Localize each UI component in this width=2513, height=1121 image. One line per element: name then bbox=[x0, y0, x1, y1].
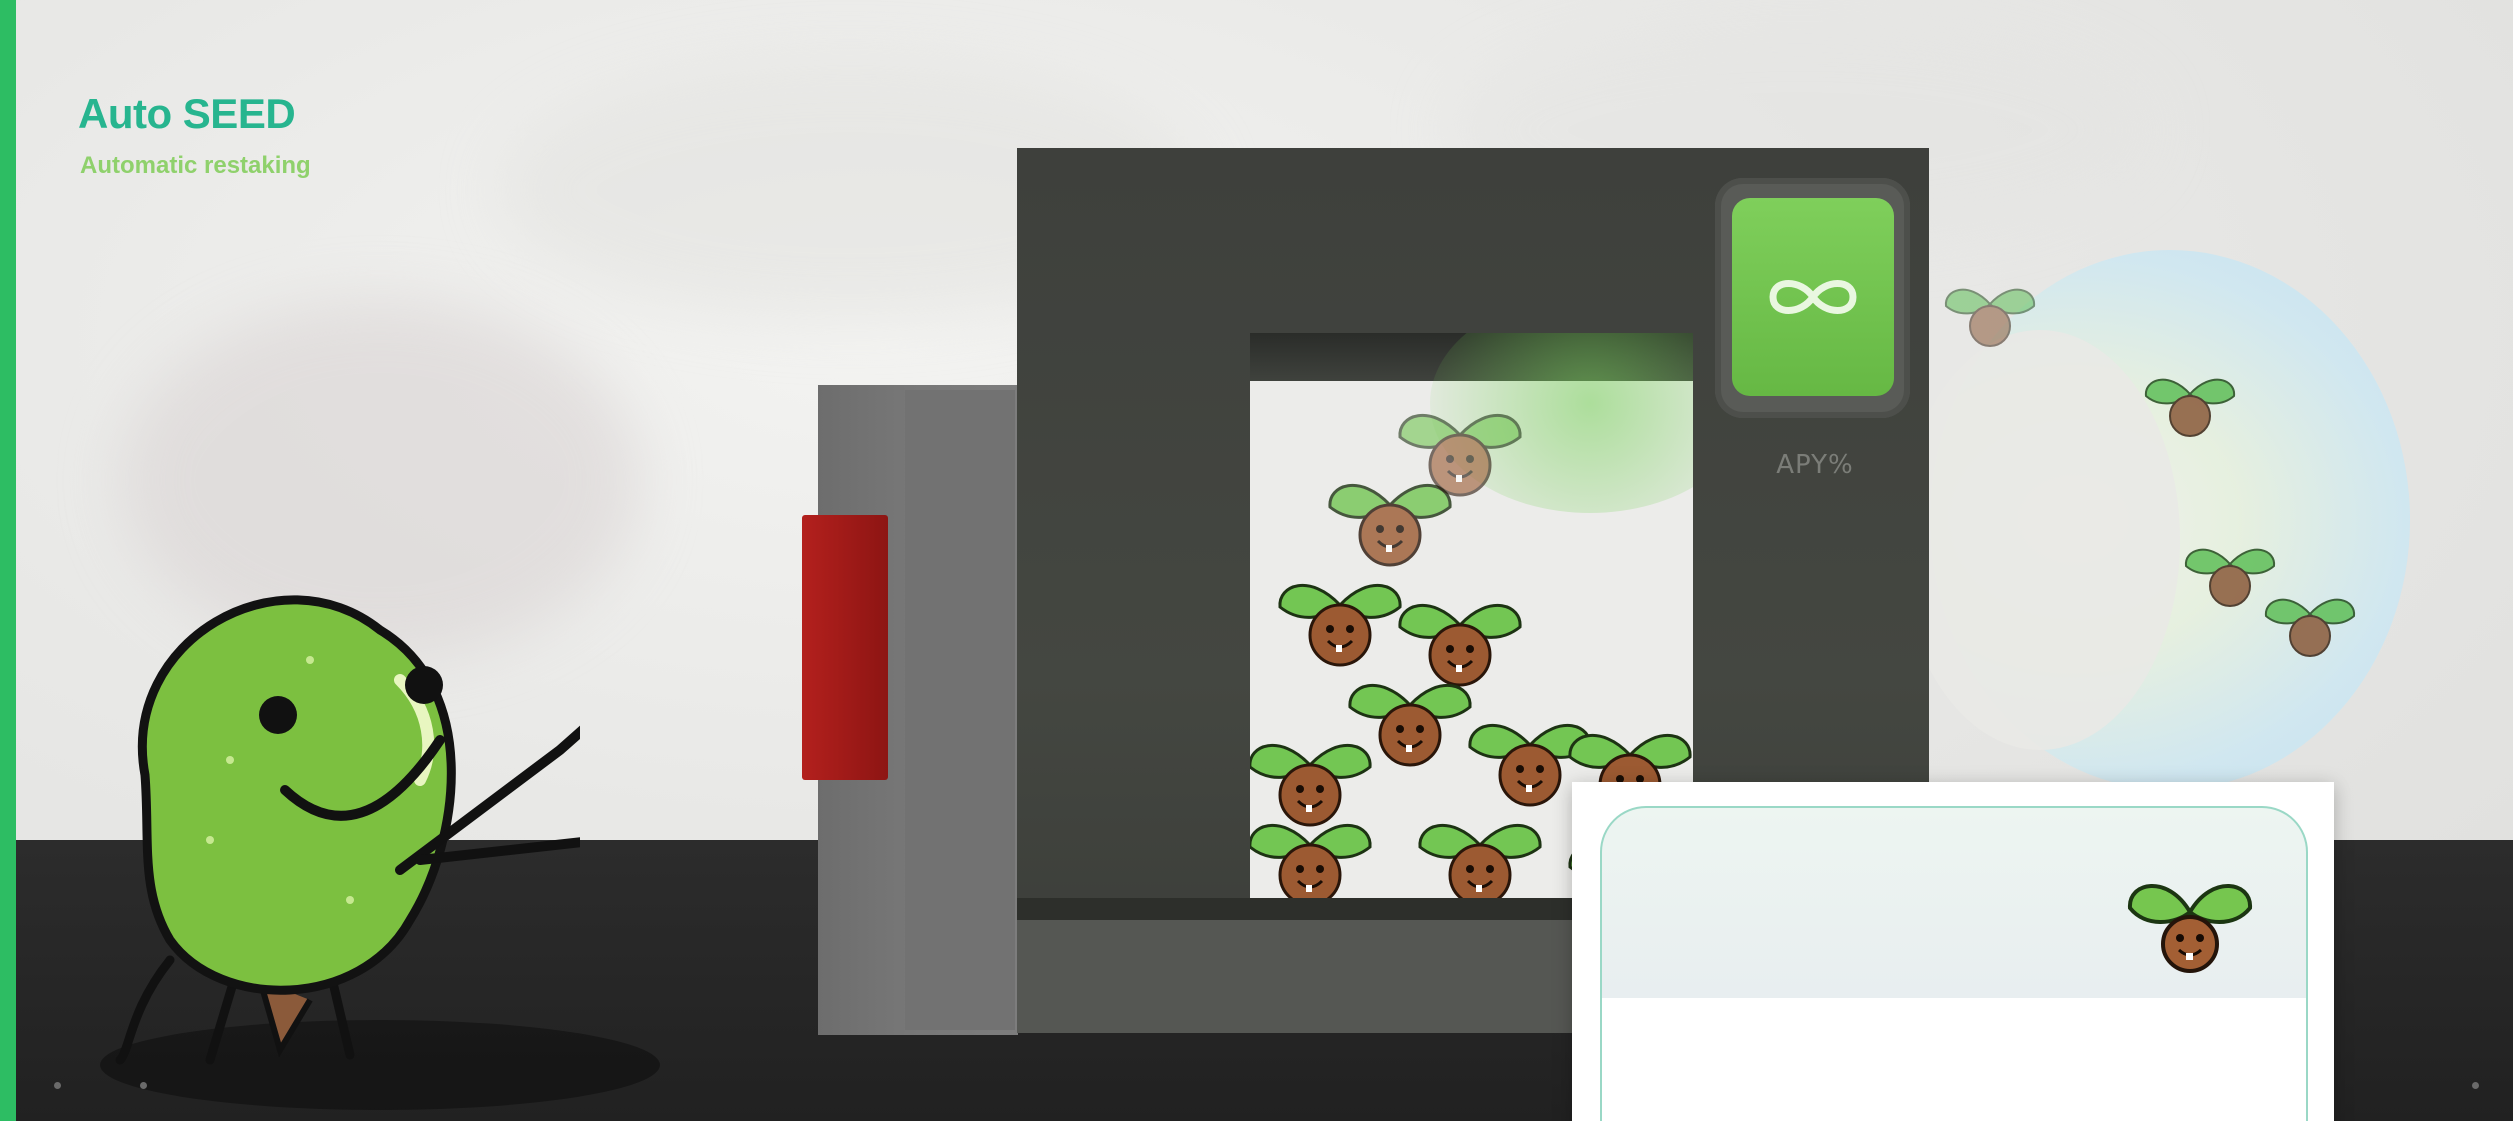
apy-label: APY% bbox=[1776, 450, 1854, 480]
card-subtitle: Automatic restaking bbox=[80, 152, 311, 179]
promo-illustration: APY% Auto SEED Automatic restaking bbox=[0, 0, 2513, 1121]
machine-side-panel bbox=[905, 390, 1015, 1030]
ring-inner bbox=[1900, 330, 2180, 750]
decor-dot bbox=[2472, 1082, 2479, 1089]
seed-sprout-icon bbox=[2127, 884, 2253, 973]
decor-dot bbox=[140, 1082, 147, 1089]
green-seed-mascot bbox=[115, 595, 580, 1065]
card-title: Auto SEED bbox=[78, 90, 296, 137]
apy-button[interactable] bbox=[1732, 198, 1894, 396]
infinity-icon bbox=[1769, 280, 1857, 314]
accent-bar bbox=[0, 0, 16, 1121]
decor-dot bbox=[54, 1082, 61, 1089]
red-lever-button[interactable] bbox=[802, 515, 888, 780]
